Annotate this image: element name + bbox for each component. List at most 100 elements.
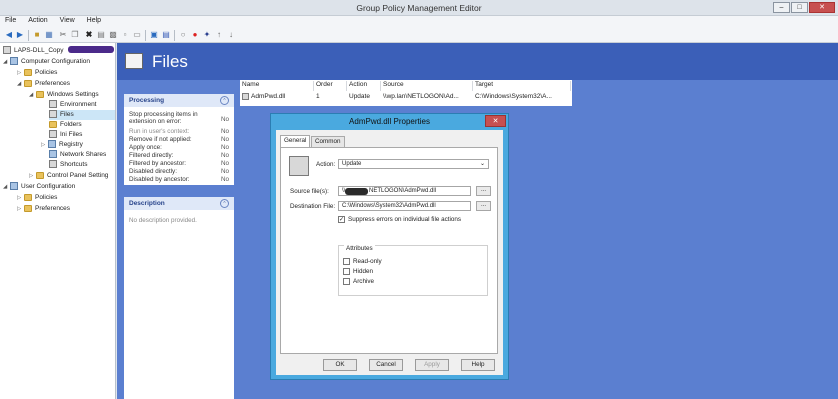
tree-policies[interactable]: ▷ Policies <box>17 68 57 78</box>
new-doc-icon[interactable]: ▤ <box>161 30 171 40</box>
folder-icon <box>36 90 44 98</box>
folder-icon <box>36 171 44 179</box>
menu-action[interactable]: Action <box>23 16 52 24</box>
tree-files-label: Files <box>60 111 74 118</box>
tree-ini-files[interactable]: Ini Files <box>49 130 82 140</box>
tree-ini-files-label: Ini Files <box>60 131 83 138</box>
computer-icon <box>10 57 18 66</box>
tab-common[interactable]: Common <box>311 136 345 147</box>
export-icon[interactable]: ▫ <box>120 30 130 40</box>
move-up-icon[interactable]: ↑ <box>214 30 224 40</box>
help-icon[interactable]: ▣ <box>149 30 159 40</box>
description-header[interactable]: Description ⌃ <box>124 197 234 210</box>
tree-windows-settings[interactable]: ◢ Windows Settings <box>29 90 99 100</box>
processing-row-value: No <box>220 176 229 183</box>
tree-user-preferences[interactable]: ▷ Preferences <box>17 204 70 214</box>
add-icon[interactable]: ✦ <box>202 30 212 40</box>
column-header-order[interactable]: Order <box>314 81 347 91</box>
help-button[interactable]: Help <box>461 359 495 371</box>
action-select[interactable]: Update ⌄ <box>338 159 489 169</box>
read-only-checkbox[interactable] <box>343 258 350 265</box>
window-title: Group Policy Management Editor <box>356 3 482 13</box>
tree-network-shares[interactable]: Network Shares <box>49 150 106 160</box>
suppress-errors-checkbox[interactable]: ✓ <box>338 216 345 223</box>
properties-icon[interactable]: ▤ <box>96 30 106 40</box>
collapse-chevron-icon[interactable]: ⌃ <box>220 96 229 105</box>
redaction-mark <box>345 188 368 195</box>
tree-shortcuts-label: Shortcuts <box>60 161 88 168</box>
move-down-icon[interactable]: ↓ <box>226 30 236 40</box>
tree-control-panel-label: Control Panel Setting <box>47 172 109 179</box>
processing-row-value: No <box>220 144 229 151</box>
menu-view[interactable]: View <box>55 16 80 24</box>
tab-general[interactable]: General <box>280 135 311 147</box>
find-icon[interactable]: ○ <box>178 30 188 40</box>
apply-button[interactable]: Apply <box>415 359 449 371</box>
row-name: AdmPwd.dll <box>251 93 286 101</box>
print-icon[interactable]: ▩ <box>108 30 118 40</box>
archive-checkbox[interactable] <box>343 278 350 285</box>
table-row[interactable]: AdmPwd.dll <box>240 93 314 103</box>
cancel-button[interactable]: Cancel <box>369 359 403 371</box>
tree-control-panel-settings[interactable]: ▷ Control Panel Setting <box>29 171 108 181</box>
paste-icon[interactable]: ▭ <box>132 30 142 40</box>
attributes-group: Attributes Read-only Hidden Archive <box>338 245 488 296</box>
processing-row: Disabled by ancestor: No <box>129 176 229 183</box>
menu-file[interactable]: File <box>0 16 21 24</box>
menu-help[interactable]: Help <box>82 16 106 24</box>
tree-environment-label: Environment <box>60 101 97 108</box>
stop-icon[interactable]: ● <box>190 30 200 40</box>
forward-icon[interactable]: ▶ <box>15 30 25 40</box>
folder-up-icon[interactable]: ■ <box>32 30 42 40</box>
window-title-bar: Group Policy Management Editor – □ ✕ <box>0 0 838 16</box>
tree-user-policies[interactable]: ▷ Policies <box>17 193 57 203</box>
files-icon <box>125 53 143 69</box>
processing-row: Stop processing items in extension on er… <box>129 111 229 125</box>
column-header-action[interactable]: Action <box>347 81 381 91</box>
shortcut-icon <box>49 160 57 169</box>
tree-files[interactable]: Files <box>49 110 115 120</box>
processing-row-value: No <box>220 116 229 123</box>
tree-policies-label: Policies <box>35 69 58 76</box>
copy-icon[interactable]: ❐ <box>70 30 80 40</box>
file-properties-icon <box>289 156 309 176</box>
maximize-button[interactable]: □ <box>791 2 808 13</box>
ok-button[interactable]: OK <box>323 359 357 371</box>
tree-registry[interactable]: ▷ Registry <box>41 140 83 150</box>
destination-field[interactable]: C:\Windows\System32\AdmPwd.dll <box>338 201 471 211</box>
tree-root-label: LAPS-DLL_Copy <box>14 47 64 54</box>
tree-user-configuration[interactable]: ◢ User Configuration <box>3 182 75 192</box>
file-icon <box>242 93 249 100</box>
collapsed-arrow-icon: ▷ <box>29 173 34 179</box>
row-order: 1 <box>316 93 320 100</box>
processing-row-label: Filtered by ancestor: <box>129 160 187 167</box>
back-icon[interactable]: ◀ <box>4 30 14 40</box>
tree-folders[interactable]: Folders <box>49 120 82 130</box>
tree-shortcuts[interactable]: Shortcuts <box>49 160 87 170</box>
tree-computer-configuration[interactable]: ◢ Computer Configuration <box>3 57 90 67</box>
delete-icon[interactable]: ✖ <box>84 30 94 40</box>
processing-panel: Processing ⌃ Stop processing items in ex… <box>124 94 234 185</box>
column-header-name[interactable]: Name <box>240 81 314 91</box>
close-window-button[interactable]: ✕ <box>809 2 835 13</box>
folder-icon <box>24 204 32 212</box>
show-hide-tree-icon[interactable]: ▦ <box>44 30 54 40</box>
collapse-chevron-icon[interactable]: ⌃ <box>220 199 229 208</box>
tree-preferences[interactable]: ◢ Preferences <box>17 79 70 89</box>
processing-row-label: Disabled directly: <box>129 168 177 175</box>
minimize-button[interactable]: – <box>773 2 790 13</box>
dialog-close-button[interactable]: ✕ <box>485 115 506 127</box>
tree-root[interactable]: LAPS-DLL_Copy <box>3 46 64 56</box>
source-browse-button[interactable]: ... <box>476 186 491 196</box>
destination-browse-button[interactable]: ... <box>476 201 491 211</box>
column-header-source[interactable]: Source <box>381 81 473 91</box>
details-column: Processing ⌃ Stop processing items in ex… <box>117 80 240 399</box>
source-field[interactable]: \\ NETLOGON\AdmPwd.dll <box>338 186 471 196</box>
processing-header[interactable]: Processing ⌃ <box>124 94 234 107</box>
row-action: Update <box>349 93 370 100</box>
tree-environment[interactable]: Environment <box>49 100 97 110</box>
toolbar-separator <box>28 30 29 41</box>
hidden-checkbox[interactable] <box>343 268 350 275</box>
column-header-target[interactable]: Target <box>473 81 571 91</box>
cut-icon[interactable]: ✂ <box>58 30 68 40</box>
